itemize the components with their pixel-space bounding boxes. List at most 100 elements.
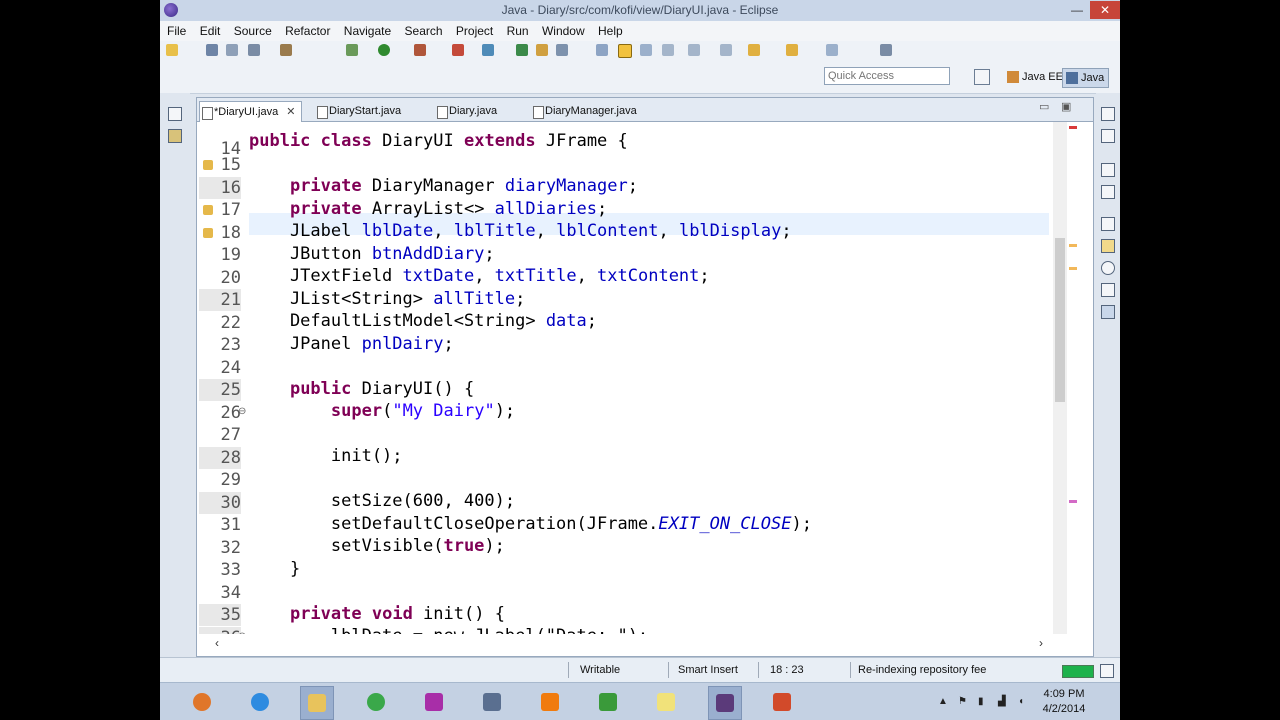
code-line[interactable]: setSize(600, 400); <box>249 490 515 512</box>
new-package-icon[interactable] <box>482 44 494 56</box>
restore-right-icon[interactable] <box>1101 107 1115 121</box>
network-icon[interactable]: ▟ <box>998 696 1006 707</box>
code-line[interactable]: lblDate = new JLabel("Date: "); <box>249 625 648 634</box>
outline-icon[interactable] <box>1101 185 1115 199</box>
warning-icon[interactable] <box>203 160 213 170</box>
menu-search[interactable]: Search <box>405 21 443 41</box>
restore-outline-icon[interactable] <box>1101 163 1115 177</box>
new-java-project-icon[interactable] <box>452 44 464 56</box>
maximize-editor-icon[interactable]: ▣ <box>1061 100 1071 113</box>
menu-source[interactable]: Source <box>234 21 272 41</box>
menu-help[interactable]: Help <box>598 21 623 41</box>
file-explorer-icon[interactable] <box>300 686 334 720</box>
eclipse-taskbar-icon[interactable] <box>708 686 742 720</box>
powerpoint-icon[interactable] <box>766 686 798 718</box>
tray-overflow-icon[interactable]: ▲ <box>938 696 948 707</box>
power-icon[interactable]: ▮ <box>978 696 984 707</box>
perspective-java[interactable]: Java <box>1062 68 1110 88</box>
warning-icon[interactable] <box>203 205 213 215</box>
prev-annotation-icon[interactable] <box>720 44 732 56</box>
menu-file[interactable]: File <box>167 21 186 41</box>
code-line[interactable]: JTextField txtDate, txtTitle, txtContent… <box>249 265 710 287</box>
toggle-annotation-icon[interactable] <box>596 44 608 56</box>
new-icon[interactable] <box>166 44 178 56</box>
code-line[interactable]: private ArrayList<> allDiaries; <box>249 198 607 220</box>
pin-editor-icon[interactable] <box>826 44 838 56</box>
restore-icon[interactable] <box>168 107 182 121</box>
virtualbox-icon[interactable] <box>476 686 508 718</box>
error-summary-icon[interactable] <box>1069 126 1077 129</box>
save-icon[interactable] <box>206 44 218 56</box>
code-line[interactable]: JPanel pnlDairy; <box>249 333 454 355</box>
internet-explorer-icon[interactable] <box>244 686 276 718</box>
maximize-icon[interactable] <box>880 44 892 56</box>
sticky-notes-icon[interactable] <box>650 686 682 718</box>
tab-diarymanager[interactable]: DiaryManager.java <box>531 101 637 121</box>
firefox-icon[interactable] <box>186 686 218 718</box>
code-editor[interactable]: 14 15 16 17 18 19 20 21 22 23 24 25 26 27 28 29 30 31 32 33… <box>197 122 1053 634</box>
debug-icon[interactable] <box>346 44 358 56</box>
code-line[interactable]: private DiaryManager diaryManager; <box>249 175 638 197</box>
code-line[interactable]: JLabel lblDate, lblTitle, lblContent, lb… <box>249 220 792 242</box>
tab-diary[interactable]: Diary.java <box>435 101 497 121</box>
warning-marker[interactable] <box>1069 244 1077 247</box>
volume-icon[interactable]: ◖ <box>1018 696 1024 707</box>
menu-navigate[interactable]: Navigate <box>344 21 391 41</box>
open-perspective-icon[interactable] <box>974 69 990 85</box>
run-icon[interactable] <box>378 44 390 56</box>
restore-bottom-icon[interactable] <box>1101 217 1115 231</box>
run-external-icon[interactable] <box>414 44 426 56</box>
menu-refactor[interactable]: Refactor <box>285 21 330 41</box>
onenote-icon[interactable] <box>418 686 450 718</box>
show-whitespace-icon[interactable] <box>662 44 674 56</box>
code-line[interactable]: init(); <box>249 445 403 467</box>
block-selection-icon[interactable] <box>640 44 652 56</box>
save-all-icon[interactable] <box>226 44 238 56</box>
mark-occurrences-icon[interactable] <box>618 44 632 58</box>
scroll-right-icon[interactable]: › <box>1039 636 1043 650</box>
code-line[interactable]: super("My Dairy"); <box>249 400 515 422</box>
new-class-icon[interactable] <box>516 44 528 56</box>
chrome-icon[interactable] <box>360 686 392 718</box>
back-icon[interactable] <box>748 44 760 56</box>
progress-view-icon[interactable] <box>1100 664 1114 678</box>
action-center-icon[interactable]: ⚑ <box>958 696 967 707</box>
code-line[interactable]: } <box>249 558 300 580</box>
menu-edit[interactable]: Edit <box>200 21 221 41</box>
problems-icon[interactable] <box>1101 239 1115 253</box>
code-line[interactable]: JList<String> allTitle; <box>249 288 525 310</box>
quick-access-input[interactable] <box>824 67 950 85</box>
minimize-button[interactable]: — <box>1064 1 1090 19</box>
code-line[interactable]: setVisible(true); <box>249 535 505 557</box>
system-clock[interactable]: 4:09 PM 4/2/2014 <box>1038 687 1090 717</box>
scroll-left-icon[interactable]: ‹ <box>215 636 219 650</box>
task-list-icon[interactable] <box>1101 129 1115 143</box>
warning-marker[interactable] <box>1069 267 1077 270</box>
tab-diarystart[interactable]: DiaryStart.java <box>315 101 401 121</box>
occurrence-marker[interactable] <box>1069 500 1077 503</box>
search-icon[interactable] <box>556 44 568 56</box>
vlc-icon[interactable] <box>534 686 566 718</box>
print-icon[interactable] <box>248 44 260 56</box>
menu-project[interactable]: Project <box>456 21 493 41</box>
close-button[interactable]: ✕ <box>1090 1 1120 19</box>
code-line[interactable]: private void init() { <box>249 603 505 625</box>
warning-icon[interactable] <box>203 227 213 238</box>
minimize-editor-icon[interactable]: ▭ <box>1039 100 1049 113</box>
tab-close-icon[interactable]: ✕ <box>286 106 295 118</box>
fold-toggle-icon[interactable]: ⊖ <box>238 406 246 417</box>
code-line[interactable]: public DiaryUI() { <box>249 378 474 400</box>
vertical-scrollbar[interactable] <box>1053 122 1067 634</box>
javadoc-icon[interactable] <box>1101 261 1115 275</box>
code-line[interactable]: JButton btnAddDiary; <box>249 243 495 265</box>
utorrent-icon[interactable] <box>592 686 624 718</box>
tab-diaryui[interactable]: *DiaryUI.java ✕ <box>199 101 303 122</box>
declaration-icon[interactable] <box>1101 283 1115 297</box>
code-line[interactable]: public class DiaryUI extends JFrame { <box>249 130 628 152</box>
horizontal-scrollbar[interactable]: ‹ › <box>197 634 1053 654</box>
open-type-icon[interactable] <box>536 44 548 56</box>
console-icon[interactable] <box>1101 305 1115 319</box>
next-annotation-icon[interactable] <box>688 44 700 56</box>
package-explorer-icon[interactable] <box>168 129 182 143</box>
code-line[interactable]: setDefaultCloseOperation(JFrame.EXIT_ON_… <box>249 513 812 535</box>
